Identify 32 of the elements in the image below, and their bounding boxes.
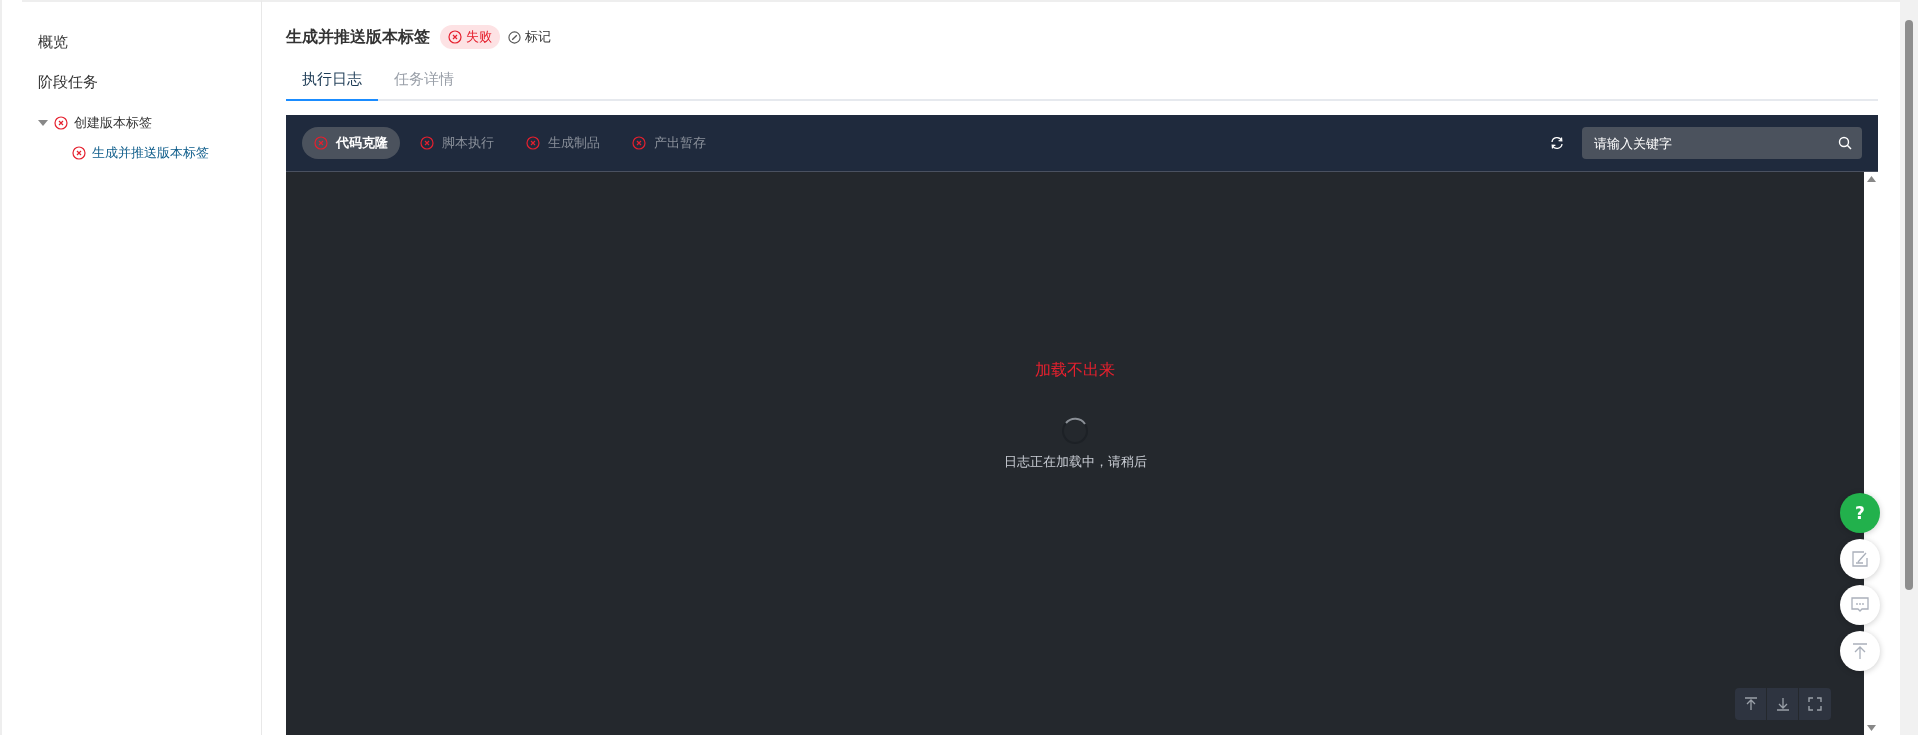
error-message: 加载不出来 [1035,360,1115,381]
search-field[interactable]: 请输入关键字 [1582,127,1862,159]
status-badge: 失败 [440,25,500,49]
chat-icon [1851,596,1869,614]
step-tab[interactable]: 代码克隆 [302,127,400,159]
edit-icon [508,30,521,44]
scroll-up-icon[interactable] [1866,176,1876,182]
tree-item[interactable]: 创建版本标签 [74,114,152,132]
fullscreen-icon [1808,697,1822,711]
caret-icon[interactable] [38,120,48,126]
scroll-down-icon[interactable] [1866,725,1876,731]
step-tab[interactable]: 生成制品 [514,127,612,159]
page-title: 生成并推送版本标签 [286,26,430,48]
step-tab[interactable]: 脚本执行 [408,127,506,159]
scrollbar-thumb[interactable] [1905,20,1913,590]
arrow-up-icon [1743,697,1758,711]
mark-link[interactable]: 标记 [508,28,551,46]
tree-item[interactable]: 生成并推送版本标签 [92,144,209,162]
chat-button[interactable] [1840,585,1880,625]
sidebar-item[interactable]: 阶段任务 [22,70,261,110]
edit-icon [1851,550,1869,568]
sidebar-item[interactable]: 概览 [22,30,261,70]
spinner-icon [1061,417,1089,445]
loading-message: 日志正在加载中，请稍后 [1003,453,1147,471]
refresh-icon[interactable] [1550,136,1564,150]
arrow-up-icon [1851,642,1869,660]
step-tab[interactable]: 产出暂存 [620,127,718,159]
feedback-button[interactable] [1840,539,1880,579]
tab[interactable]: 执行日志 [286,60,378,101]
arrow-down-icon [1775,697,1790,711]
search-icon[interactable] [1838,136,1852,150]
back-to-top-button[interactable] [1840,631,1880,671]
